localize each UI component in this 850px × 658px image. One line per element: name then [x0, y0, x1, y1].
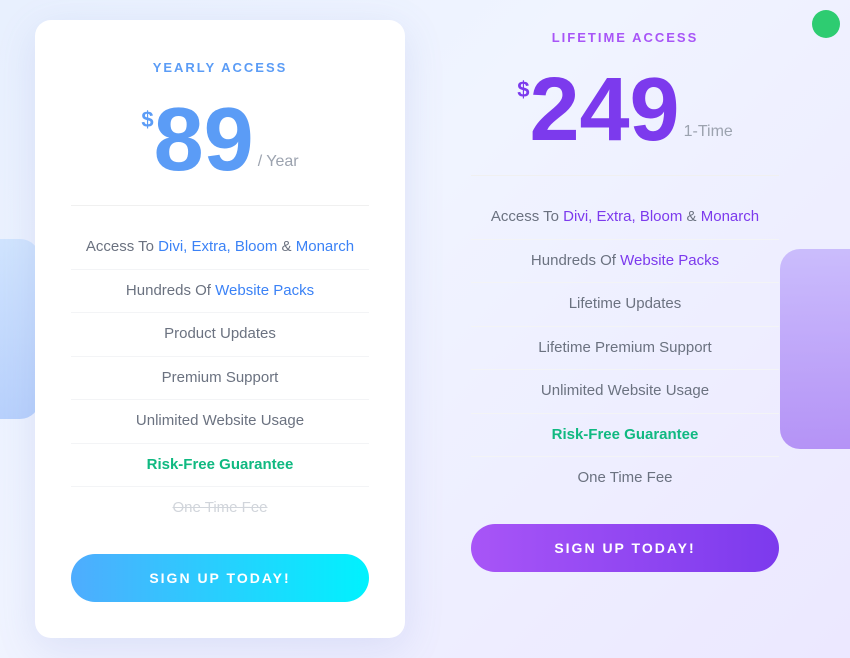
yearly-card: YEARLY ACCESS $ 89 / Year Access To Divi… [35, 20, 405, 638]
yearly-f2-text: Hundreds Of [126, 282, 215, 299]
yearly-f5-plain: Unlimited Website Usage [136, 412, 304, 429]
lifetime-f3-plain: Lifetime Updates [569, 295, 682, 312]
yearly-f1-link2[interactable]: Monarch [296, 238, 354, 255]
lifetime-feature-list: Access To Divi, Extra, Bloom & Monarch H… [471, 196, 779, 500]
lifetime-f7-plain: One Time Fee [577, 469, 672, 486]
lifetime-price-wrapper: $ 249 1-Time [471, 65, 779, 155]
yearly-price-dollar: $ [141, 109, 153, 131]
lifetime-f6-green[interactable]: Risk-Free Guarantee [552, 426, 699, 443]
lifetime-f1-mid: & [687, 208, 701, 225]
lifetime-f1-link2[interactable]: Monarch [701, 208, 759, 225]
yearly-price-wrapper: $ 89 / Year [71, 95, 369, 185]
lifetime-feature-5: Unlimited Website Usage [471, 370, 779, 414]
yearly-plan-title: YEARLY ACCESS [71, 60, 369, 75]
lifetime-price-amount: 249 [529, 65, 679, 155]
yearly-f2-link[interactable]: Website Packs [215, 282, 314, 299]
lifetime-price-period: 1-Time [684, 123, 733, 141]
yearly-feature-list: Access To Divi, Extra, Bloom & Monarch H… [71, 226, 369, 530]
lifetime-divider [471, 175, 779, 176]
lifetime-f2-link[interactable]: Website Packs [620, 252, 719, 269]
yearly-divider [71, 205, 369, 206]
lifetime-feature-3: Lifetime Updates [471, 283, 779, 327]
lifetime-f5-plain: Unlimited Website Usage [541, 382, 709, 399]
yearly-f3-plain: Product Updates [164, 325, 276, 342]
lifetime-feature-7: One Time Fee [471, 457, 779, 500]
lifetime-f2-text: Hundreds Of [531, 252, 620, 269]
lifetime-plan-title: LIFETIME ACCESS [471, 30, 779, 45]
yearly-price-period: / Year [258, 153, 299, 171]
yearly-f7-strikethrough: One Time Fee [172, 499, 267, 516]
lifetime-feature-6: Risk-Free Guarantee [471, 414, 779, 458]
yearly-price-amount: 89 [154, 95, 254, 185]
yearly-f1-link1[interactable]: Divi, Extra, Bloom [158, 238, 277, 255]
lifetime-f1-link1[interactable]: Divi, Extra, Bloom [563, 208, 682, 225]
yearly-feature-3: Product Updates [71, 313, 369, 357]
yearly-feature-2: Hundreds Of Website Packs [71, 270, 369, 314]
yearly-f1-mid: & [282, 238, 296, 255]
yearly-feature-5: Unlimited Website Usage [71, 400, 369, 444]
pricing-container: YEARLY ACCESS $ 89 / Year Access To Divi… [15, 0, 835, 658]
yearly-feature-6: Risk-Free Guarantee [71, 444, 369, 488]
lifetime-feature-2: Hundreds Of Website Packs [471, 240, 779, 284]
lifetime-feature-1: Access To Divi, Extra, Bloom & Monarch [471, 196, 779, 240]
yearly-feature-1: Access To Divi, Extra, Bloom & Monarch [71, 226, 369, 270]
yearly-f6-green[interactable]: Risk-Free Guarantee [147, 456, 294, 473]
yearly-signup-button[interactable]: SIGN UP TODAY! [71, 554, 369, 602]
lifetime-card: LIFETIME ACCESS $ 249 1-Time Access To D… [435, 20, 815, 608]
lifetime-f1-text: Access To [491, 208, 563, 225]
lifetime-feature-4: Lifetime Premium Support [471, 327, 779, 371]
lifetime-signup-button[interactable]: SIGN UP TODAY! [471, 524, 779, 572]
lifetime-f4-plain: Lifetime Premium Support [538, 339, 711, 356]
yearly-f1-text: Access To [86, 238, 158, 255]
yearly-f4-plain: Premium Support [162, 369, 279, 386]
yearly-feature-4: Premium Support [71, 357, 369, 401]
yearly-feature-7: One Time Fee [71, 487, 369, 530]
lifetime-price-dollar: $ [517, 79, 529, 101]
